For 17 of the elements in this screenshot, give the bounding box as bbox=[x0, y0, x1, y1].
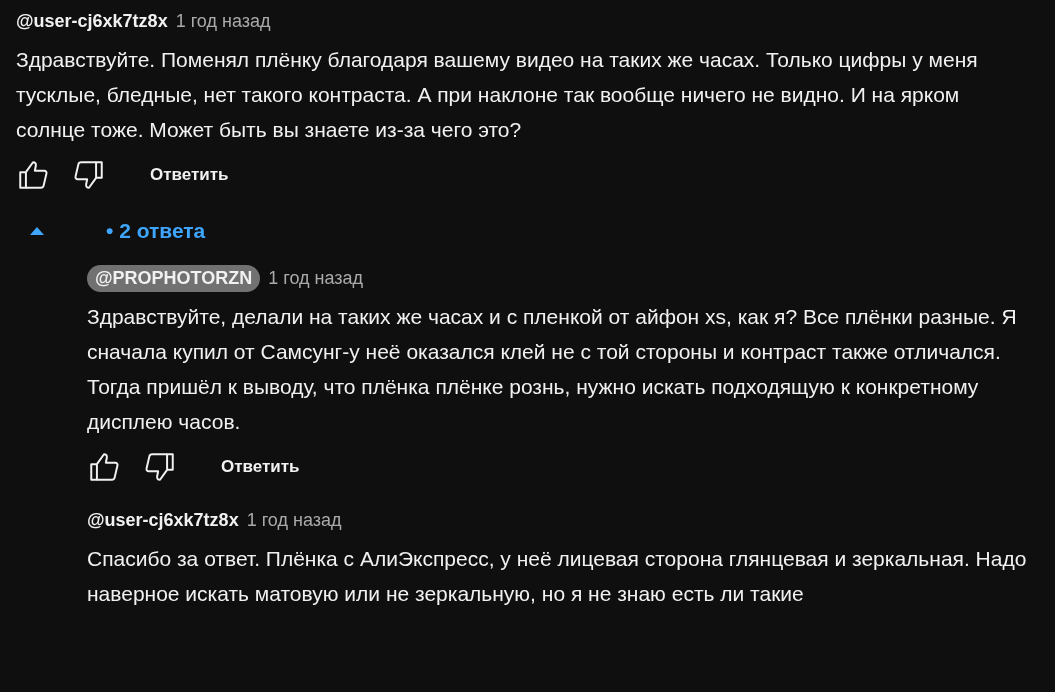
comment-text: Здравствуйте. Поменял плёнку благодаря вашему видео на таких же часах. Только цифры у меня тусклые, бледные, нет такого контраста. А при наклоне так вообще ничего не видно. И на ярком солнце тоже. Может быть вы знаете из-за чего это? bbox=[16, 47, 979, 143]
comment-time: 1 год назад bbox=[268, 267, 364, 289]
author-name[interactable]: @user-cj6xk7tz8x bbox=[16, 10, 168, 32]
author-badge[interactable]: @PROPHOTORZN bbox=[87, 264, 261, 292]
like-icon[interactable] bbox=[87, 450, 121, 484]
comment-time: 1 год назад bbox=[246, 509, 342, 531]
like-icon[interactable] bbox=[16, 158, 50, 192]
dislike-icon[interactable] bbox=[143, 450, 177, 484]
comment-time: 1 год назад bbox=[175, 10, 271, 32]
comment-text: Здравствуйте, делали на таких же часах и с пленкой от айфон xs, как я? Все плёнки разные. Я сначала купил от Самсунг-у неё оказался клей не с той стороны и контраст также отличался. Тогда пришёл к выводу, что плёнка плёнке рознь, нужно искать подходящую к конкретному дисплею часов. bbox=[87, 304, 1018, 435]
author-name[interactable]: @user-cj6xk7tz8x bbox=[87, 509, 239, 531]
replies-toggle[interactable]: • 2 ответа bbox=[106, 219, 206, 243]
comment-text: Спасибо за ответ. Плёнка с АлиЭкспресс, у неё лицевая сторона глянцевая и зеркальная. Надо наверное искать матовую или не зеркальную, но я не знаю есть ли такие bbox=[87, 546, 1028, 607]
caret-icon[interactable] bbox=[30, 227, 44, 235]
reply-button[interactable]: Ответить bbox=[211, 451, 310, 483]
reply-button[interactable]: Ответить bbox=[140, 159, 239, 191]
dislike-icon[interactable] bbox=[72, 158, 106, 192]
